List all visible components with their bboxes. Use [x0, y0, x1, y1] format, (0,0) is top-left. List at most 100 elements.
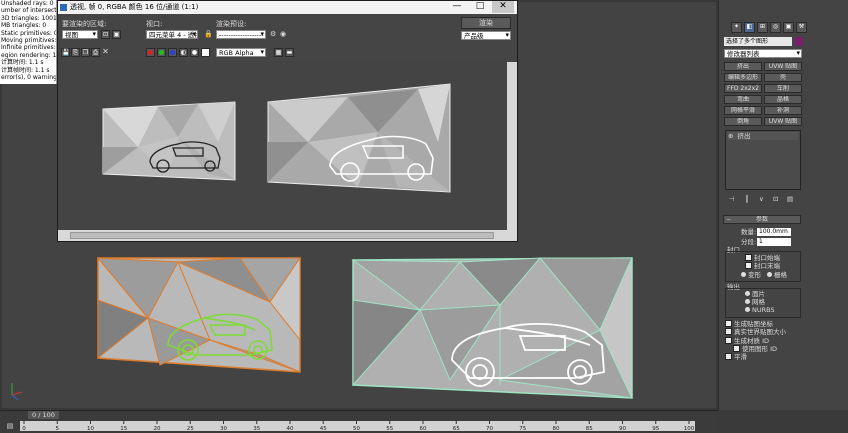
- alpha-toggle-icon[interactable]: ◐: [179, 48, 188, 57]
- smooth-checkbox[interactable]: 平滑: [725, 352, 747, 361]
- modifier-button[interactable]: 补洞: [764, 106, 802, 115]
- render-horizontal-scrollbar[interactable]: [58, 230, 517, 241]
- tick-label: 80: [553, 426, 560, 431]
- mesh-radio[interactable]: 网格: [745, 298, 765, 306]
- hierarchy-tab-icon[interactable]: ⊞: [757, 22, 768, 33]
- modifier-button[interactable]: 倒角: [724, 117, 762, 126]
- auto-region-icon[interactable]: ▣: [112, 30, 121, 39]
- stats-line: umber of intersectable pr: [1, 7, 57, 15]
- render-vertical-scrollbar[interactable]: [507, 62, 517, 230]
- close-button[interactable]: ✕: [492, 1, 514, 13]
- channel-display-icon[interactable]: ▦: [274, 48, 283, 57]
- render-scroll-thumb[interactable]: [70, 232, 494, 239]
- stack-item[interactable]: ⊕ 挤出: [728, 132, 798, 140]
- modifier-stack[interactable]: ⊕ 挤出: [725, 130, 801, 190]
- morph-radio[interactable]: 变形: [741, 271, 761, 279]
- area-dropdown[interactable]: 视图: [62, 30, 98, 39]
- viewport-label: 视口:: [146, 20, 163, 28]
- render-toolbar: 要渲染的区域: 视图 ⊡ ▣ 视口: 四元菜单 4 - 透视 🔒 渲染预设: -…: [58, 14, 517, 63]
- green-channel-toggle[interactable]: [157, 48, 166, 57]
- tick-label: 70: [486, 426, 493, 431]
- modifier-button[interactable]: 车削: [764, 84, 802, 93]
- segments-input[interactable]: 1: [757, 238, 791, 246]
- save-icon[interactable]: 💾: [61, 48, 70, 57]
- mini-curve-icon[interactable]: ▤: [2, 421, 18, 431]
- mono-toggle-icon[interactable]: ●: [190, 48, 199, 57]
- tick-label: 5: [56, 426, 60, 431]
- tick-label: 0: [22, 426, 26, 431]
- render-frame-window[interactable]: 透视, 帧 0, RGBA 颜色 16 位/通道 (1:1) — □ ✕ 要渲染…: [57, 0, 518, 242]
- lock-icon[interactable]: 🔒: [204, 30, 213, 38]
- modifier-button[interactable]: 弯曲: [724, 95, 762, 104]
- tick-label: 65: [453, 426, 460, 431]
- object-name-field[interactable]: 选择了多个图形: [724, 37, 792, 46]
- modifier-list-dropdown[interactable]: 修改器列表: [724, 49, 802, 58]
- use-shape-ids-checkbox[interactable]: 使用图形 ID: [733, 344, 777, 353]
- modify-tab-icon[interactable]: ◧: [744, 22, 755, 33]
- env-icon[interactable]: ◉: [280, 30, 286, 38]
- amount-input[interactable]: 100.0mm: [757, 228, 791, 236]
- stats-line: MB triangles: 0: [1, 22, 47, 30]
- minimize-button[interactable]: —: [446, 1, 468, 13]
- red-channel-toggle[interactable]: [146, 48, 155, 57]
- color-swatch[interactable]: [201, 48, 210, 57]
- toggle-ui-icon[interactable]: ▬: [285, 48, 294, 57]
- configure-sets-icon[interactable]: ▤: [787, 195, 793, 203]
- modifier-button[interactable]: 编辑多边形: [724, 73, 762, 82]
- stats-line: Moving primitives: 0: [1, 37, 57, 45]
- show-end-icon[interactable]: ┃: [745, 195, 749, 203]
- modifier-button[interactable]: UVW 贴图: [764, 117, 802, 126]
- gen-mat-ids-checkbox[interactable]: 生成材质 ID: [725, 336, 769, 345]
- track-bar[interactable]: 0 5 10 15 20 25 30 35 40 45 50 55 60 65 70 75 80 85 90 95 10…: [20, 421, 695, 432]
- nurbs-radio[interactable]: NURBS: [745, 306, 775, 314]
- render-stats-overlay: Unshaded rays: 0umber of intersectable p…: [0, 0, 57, 84]
- parameters-rollout-header[interactable]: − 参数: [723, 215, 801, 224]
- pin-stack-icon[interactable]: ⊣: [729, 195, 735, 203]
- modifier-button[interactable]: 晶格: [764, 95, 802, 104]
- tick-label: 50: [353, 426, 360, 431]
- display-tab-icon[interactable]: ▣: [783, 22, 794, 33]
- utilities-tab-icon[interactable]: ⚒: [796, 22, 807, 33]
- channel-dropdown[interactable]: RGB Alpha: [216, 48, 266, 57]
- rendered-image: [102, 83, 451, 193]
- render-canvas: [58, 62, 507, 230]
- clear-icon[interactable]: ✕: [101, 48, 110, 57]
- cap-end-checkbox[interactable]: 封口末端: [745, 261, 780, 270]
- modifier-button[interactable]: 网格平滑: [724, 106, 762, 115]
- tick-label: 10: [87, 426, 94, 431]
- render-window-titlebar[interactable]: 透视, 帧 0, RGBA 颜色 16 位/通道 (1:1) — □ ✕: [58, 1, 517, 14]
- motion-tab-icon[interactable]: ◎: [770, 22, 781, 33]
- make-unique-icon[interactable]: ∨: [759, 195, 764, 203]
- gen-coords-checkbox[interactable]: 生成贴图坐标: [725, 319, 773, 328]
- frame-counter[interactable]: 0 / 100: [28, 411, 59, 419]
- stats-line: 计算时间: 1.1 s: [1, 59, 44, 67]
- modifier-button[interactable]: UVW 贴图: [764, 62, 802, 71]
- tick-label: 25: [187, 426, 194, 431]
- setup-icon[interactable]: ⚙: [270, 30, 276, 38]
- clone-icon[interactable]: ❐: [81, 48, 90, 57]
- viewport-dropdown[interactable]: 四元菜单 4 - 透视: [146, 30, 198, 39]
- tick-label: 20: [154, 426, 161, 431]
- render-button[interactable]: 渲染: [461, 17, 511, 29]
- modifier-button[interactable]: 挤出: [724, 62, 762, 71]
- patch-radio[interactable]: 面片: [745, 290, 765, 298]
- real-world-checkbox[interactable]: 真实世界贴图大小: [725, 327, 786, 336]
- modifier-button[interactable]: 壳: [764, 73, 802, 82]
- modifier-button[interactable]: FFD 2x2x2: [724, 84, 762, 93]
- tick-label: 55: [386, 426, 393, 431]
- axis-gizmo-icon: [11, 383, 23, 401]
- blue-channel-toggle[interactable]: [168, 48, 177, 57]
- create-tab-icon[interactable]: ✦: [731, 22, 742, 33]
- product-dropdown[interactable]: 产品级: [461, 31, 511, 40]
- remove-modifier-icon[interactable]: ⊡: [773, 195, 778, 203]
- region-icon[interactable]: ⊡: [101, 30, 110, 39]
- maximize-button[interactable]: □: [469, 1, 491, 13]
- tick-label: 85: [586, 426, 593, 431]
- copy-icon[interactable]: ⎘: [71, 48, 80, 57]
- object-color-swatch[interactable]: [795, 37, 803, 46]
- preset-dropdown[interactable]: -------------------: [216, 30, 266, 39]
- stats-line: Infinite primitives: 0: [1, 44, 57, 52]
- preset-label: 渲染预设:: [216, 20, 247, 28]
- grid-radio[interactable]: 栅格: [767, 271, 787, 279]
- print-icon[interactable]: ⎙: [91, 48, 100, 57]
